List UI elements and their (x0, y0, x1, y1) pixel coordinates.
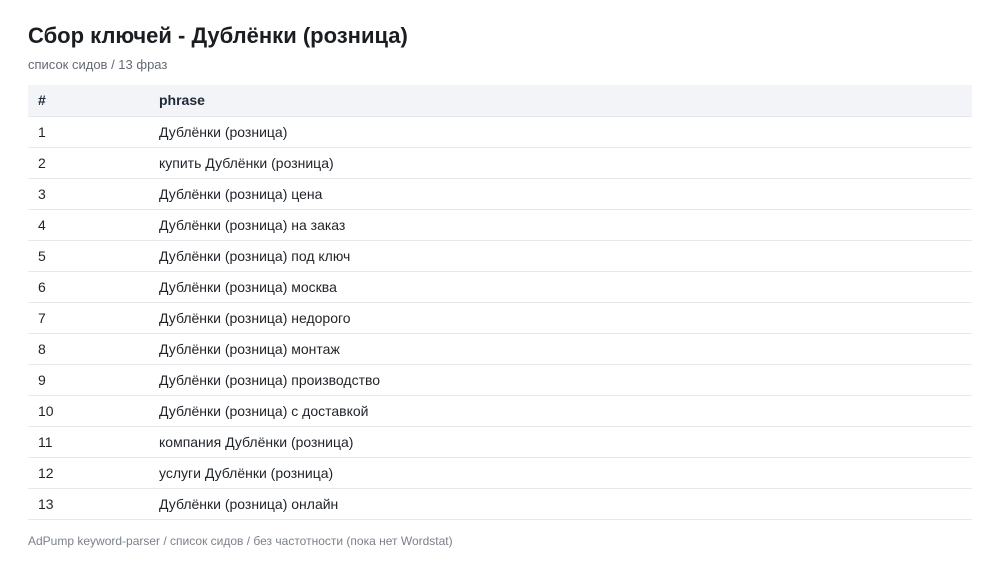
table-row: 9 Дублёнки (розница) производство (28, 364, 972, 396)
row-number: 10 (28, 395, 149, 427)
row-number: 4 (28, 209, 149, 241)
row-number: 2 (28, 147, 149, 179)
row-phrase: Дублёнки (розница) монтаж (149, 333, 972, 365)
table-row: 13 Дублёнки (розница) онлайн (28, 488, 972, 520)
row-number: 9 (28, 364, 149, 396)
row-phrase: Дублёнки (розница) (149, 116, 972, 148)
table-row: 12 услуги Дублёнки (розница) (28, 457, 972, 489)
row-phrase: Дублёнки (розница) москва (149, 271, 972, 303)
row-phrase: услуги Дублёнки (розница) (149, 457, 972, 489)
table-row: 11 компания Дублёнки (розница) (28, 426, 972, 458)
row-number: 3 (28, 178, 149, 210)
table-body: 1 Дублёнки (розница) 2 купить Дублёнки (ро… (28, 116, 972, 520)
row-phrase: Дублёнки (розница) онлайн (149, 488, 972, 520)
table-row: 2 купить Дублёнки (розница) (28, 147, 972, 179)
row-number: 11 (28, 426, 149, 458)
row-number: 6 (28, 271, 149, 303)
column-header-phrase: phrase (149, 85, 972, 117)
row-number: 8 (28, 333, 149, 365)
row-phrase: Дублёнки (розница) производство (149, 364, 972, 396)
table-row: 4 Дублёнки (розница) на заказ (28, 209, 972, 241)
row-phrase: Дублёнки (розница) под ключ (149, 240, 972, 272)
row-number: 13 (28, 488, 149, 520)
row-number: 1 (28, 116, 149, 148)
table-row: 5 Дублёнки (розница) под ключ (28, 240, 972, 272)
table-row: 10 Дублёнки (розница) с доставкой (28, 395, 972, 427)
row-number: 7 (28, 302, 149, 334)
row-phrase: Дублёнки (розница) на заказ (149, 209, 972, 241)
row-phrase: Дублёнки (розница) цена (149, 178, 972, 210)
page: Сбор ключей - Дублёнки (розница) список … (28, 22, 972, 549)
table-row: 7 Дублёнки (розница) недорого (28, 302, 972, 334)
page-title: Сбор ключей - Дублёнки (розница) (28, 23, 408, 48)
table-row: 6 Дублёнки (розница) москва (28, 271, 972, 303)
row-number: 12 (28, 457, 149, 489)
row-number: 5 (28, 240, 149, 272)
row-phrase: Дублёнки (розница) с доставкой (149, 395, 972, 427)
page-footer: AdPump keyword-parser / список сидов / б… (28, 533, 453, 548)
page-subtitle: список сидов / 13 фраз (28, 57, 168, 72)
row-phrase: компания Дублёнки (розница) (149, 426, 972, 458)
column-header-number: # (28, 85, 149, 117)
table-row: 8 Дублёнки (розница) монтаж (28, 333, 972, 365)
table-header: # phrase (28, 85, 972, 117)
table-row: 1 Дублёнки (розница) (28, 116, 972, 148)
table-row: 3 Дублёнки (розница) цена (28, 178, 972, 210)
table-header-row: # phrase (28, 85, 972, 117)
row-phrase: купить Дублёнки (розница) (149, 147, 972, 179)
keywords-table: # phrase 1 Дублёнки (розница) 2 купить Дуб… (28, 85, 972, 520)
row-phrase: Дублёнки (розница) недорого (149, 302, 972, 334)
